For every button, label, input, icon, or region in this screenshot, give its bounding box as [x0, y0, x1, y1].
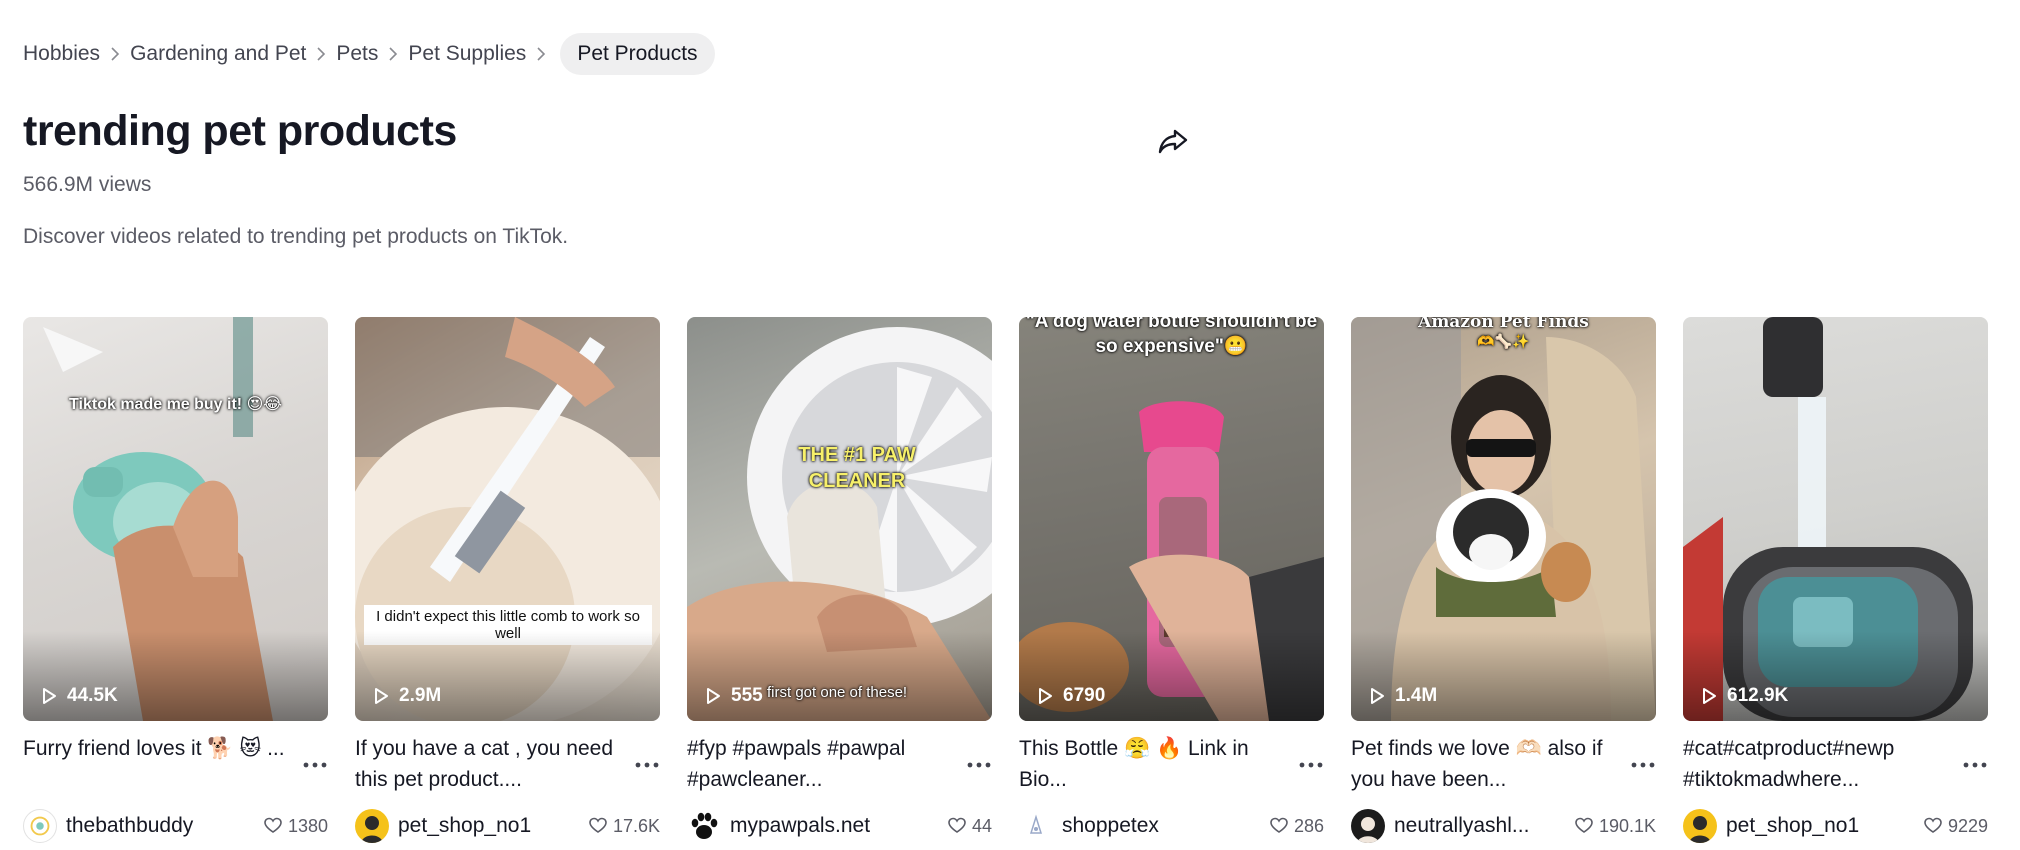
video-card: "A dog water bottle shouldn't be so expe…: [1019, 317, 1324, 843]
like-count: 1380: [264, 816, 328, 837]
page: Hobbies Gardening and Pet Pets Pet Suppl…: [0, 0, 2020, 850]
play-count-value: 612.9K: [1727, 685, 1789, 706]
author-name[interactable]: shoppetex: [1062, 814, 1222, 838]
play-icon: [43, 688, 56, 704]
video-thumbnail[interactable]: "A dog water bottle shouldn't be so expe…: [1019, 317, 1324, 721]
play-count: 1.4M: [1367, 685, 1437, 707]
breadcrumb-pets[interactable]: Pets: [336, 42, 378, 66]
video-thumbnail[interactable]: Tiktok made me buy it! 😍😂 44.5K: [23, 317, 328, 721]
video-thumbnail[interactable]: THE #1 PAW CLEANER first got one of thes…: [687, 317, 992, 721]
like-count: 17.6K: [589, 816, 660, 837]
video-thumbnail[interactable]: I didn't expect this little comb to work…: [355, 317, 660, 721]
video-overlay-text: Amazon Pet Finds: [1418, 317, 1589, 332]
like-count-value: 286: [1293, 815, 1324, 836]
video-caption[interactable]: #fyp #pawpals #pawpal #pawcleaner...: [687, 733, 952, 795]
heart-icon: [1575, 817, 1593, 833]
video-thumbnail[interactable]: 612.9K: [1683, 317, 1988, 721]
breadcrumb: Hobbies Gardening and Pet Pets Pet Suppl…: [23, 33, 715, 75]
more-options-icon[interactable]: [1630, 761, 1656, 769]
play-icon: [1703, 688, 1716, 704]
video-thumbnail[interactable]: Amazon Pet Finds 🫶🦴✨ 1.4M: [1351, 317, 1656, 721]
play-icon: [375, 688, 388, 704]
breadcrumb-gardening-and-pet[interactable]: Gardening and Pet: [130, 42, 306, 66]
breadcrumb-current: Pet Products: [560, 33, 715, 75]
play-count-value: 6790: [1063, 685, 1106, 706]
video-caption[interactable]: Pet finds we love 🫶🏻 also if you have be…: [1351, 733, 1616, 795]
view-count: 566.9M views: [23, 173, 152, 196]
author-name[interactable]: pet_shop_no1: [1726, 814, 1886, 838]
play-count: 612.9K: [1699, 685, 1788, 707]
like-count: 44: [948, 816, 992, 837]
video-grid: Tiktok made me buy it! 😍😂 44.5K Furry fr…: [23, 317, 1988, 843]
breadcrumb-hobbies[interactable]: Hobbies: [23, 42, 100, 66]
heart-icon: [1924, 817, 1942, 833]
author-name[interactable]: thebathbuddy: [66, 814, 226, 838]
heart-icon: [264, 817, 282, 833]
play-count: 6790: [1035, 685, 1105, 707]
paw-icon[interactable]: [687, 809, 721, 843]
play-icon: [1039, 688, 1052, 704]
avatar[interactable]: [1351, 809, 1385, 843]
play-count: 2.9M: [371, 685, 441, 707]
video-card: I didn't expect this little comb to work…: [355, 317, 660, 843]
heart-icon: [948, 817, 966, 833]
avatar[interactable]: [23, 809, 57, 843]
like-count-value: 9229: [1947, 815, 1988, 836]
like-count: 190.1K: [1575, 816, 1656, 837]
play-count: 555: [703, 685, 763, 707]
heart-icon: [589, 817, 607, 833]
like-count: 286: [1270, 816, 1324, 837]
author-name[interactable]: mypawpals.net: [730, 814, 890, 838]
play-icon: [1371, 688, 1384, 704]
breadcrumb-pet-supplies[interactable]: Pet Supplies: [408, 42, 526, 66]
avatar[interactable]: [1683, 809, 1717, 843]
play-icon: [707, 688, 720, 704]
video-card: Tiktok made me buy it! 😍😂 44.5K Furry fr…: [23, 317, 328, 843]
video-card: THE #1 PAW CLEANER first got one of thes…: [687, 317, 992, 843]
video-overlay-subtext: 🫶🦴✨: [1477, 333, 1530, 349]
more-options-icon[interactable]: [1962, 761, 1988, 769]
video-caption[interactable]: This Bottle 😤 🔥 Link in Bio...: [1019, 733, 1284, 795]
video-overlay-subtext: first got one of these!: [767, 684, 908, 701]
author-name[interactable]: pet_shop_no1: [398, 814, 558, 838]
video-overlay-text: Tiktok made me buy it! 😍😂: [69, 396, 282, 413]
like-count-value: 17.6K: [612, 815, 660, 836]
chevron-right-icon: [526, 47, 556, 61]
like-count-value: 1380: [287, 815, 328, 836]
chevron-right-icon: [378, 47, 408, 61]
video-caption[interactable]: #cat#catproduct#newp #tiktokmadwhere...: [1683, 733, 1948, 795]
chevron-right-icon: [100, 47, 130, 61]
play-count: 44.5K: [39, 685, 118, 707]
more-options-icon[interactable]: [966, 761, 992, 769]
share-icon[interactable]: [1156, 124, 1190, 158]
video-caption[interactable]: Furry friend loves it 🐕 😻 ...: [23, 733, 288, 764]
chevron-right-icon: [306, 47, 336, 61]
play-count-value: 44.5K: [67, 685, 118, 706]
heart-icon: [1270, 817, 1288, 833]
like-count-value: 44: [971, 815, 992, 836]
avatar[interactable]: [355, 809, 389, 843]
video-card: 612.9K #cat#catproduct#newp #tiktokmadwh…: [1683, 317, 1988, 843]
like-count-value: 190.1K: [1598, 815, 1656, 836]
play-count-value: 1.4M: [1395, 685, 1438, 706]
page-title: trending pet products: [23, 107, 457, 155]
like-count: 9229: [1924, 816, 1988, 837]
page-description: Discover videos related to trending pet …: [23, 225, 569, 248]
more-options-icon[interactable]: [1298, 761, 1324, 769]
video-card: Amazon Pet Finds 🫶🦴✨ 1.4M Pet finds we l…: [1351, 317, 1656, 843]
more-options-icon[interactable]: [634, 761, 660, 769]
author-name[interactable]: neutrallyashl...: [1394, 814, 1564, 838]
play-count-value: 2.9M: [399, 685, 442, 706]
more-options-icon[interactable]: [302, 761, 328, 769]
video-caption[interactable]: If you have a cat , you need this pet pr…: [355, 733, 620, 795]
play-count-value: 555: [731, 685, 763, 706]
video-overlay-text: THE #1 PAW CLEANER: [798, 444, 916, 492]
avatar[interactable]: [1019, 809, 1053, 843]
video-overlay-text: "A dog water bottle shouldn't be so expe…: [1025, 317, 1318, 357]
